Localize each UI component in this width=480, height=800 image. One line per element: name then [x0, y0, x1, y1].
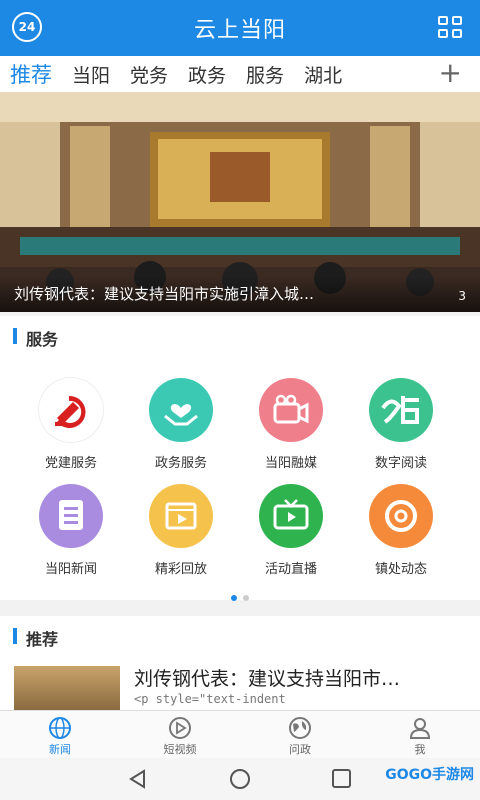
tab-hubei[interactable]: 湖北: [294, 61, 352, 88]
app-title: 云上当阳: [193, 18, 286, 43]
nav-label: 新闻: [49, 743, 71, 756]
service-label: 活动直播: [264, 562, 317, 577]
channel-tabs: 推荐 当阳 党务 政务 服务 湖北 +: [0, 56, 480, 92]
service-label: 当阳融媒: [264, 456, 317, 471]
globe-icon: [0, 715, 120, 741]
tab-dangyang[interactable]: 当阳: [62, 61, 120, 88]
service-reading[interactable]: 数字阅读: [346, 378, 456, 471]
banner-caption[interactable]: 刘传钢代表：建议支持当阳市实施引漳入城…: [14, 283, 414, 304]
page-dot-active: [231, 595, 237, 601]
tab-recommend[interactable]: 推荐: [0, 59, 62, 89]
reading-logo-icon: [369, 378, 433, 442]
bottom-nav: 新闻 短视频 问政 我: [0, 710, 480, 759]
recommend-title: 推荐: [26, 630, 59, 649]
add-channel-icon[interactable]: +: [439, 56, 462, 92]
nav-label: 我: [414, 743, 426, 756]
section-accent-bar: [13, 328, 17, 344]
film-play-icon: [149, 484, 213, 548]
nav-news[interactable]: 新闻: [0, 711, 120, 759]
user-icon: [360, 715, 480, 741]
tab-government[interactable]: 政务: [178, 61, 236, 88]
news-snippet: <p style="text-indent: [134, 692, 286, 706]
top-bar: 24 云上当阳: [0, 0, 480, 56]
video-camera-icon: [259, 378, 323, 442]
nav-short-video[interactable]: 短视频: [120, 711, 240, 759]
recommend-header: 推荐: [0, 616, 480, 656]
service-label: 镇处动态: [374, 562, 427, 577]
nav-me[interactable]: 我: [360, 711, 480, 759]
services-title: 服务: [26, 330, 59, 349]
service-label: 政务服务: [154, 456, 207, 471]
service-label: 精彩回放: [154, 562, 207, 577]
service-media[interactable]: 当阳融媒: [236, 378, 346, 471]
service-label: 数字阅读: [374, 456, 427, 471]
service-label: 党建服务: [44, 456, 97, 471]
tab-party[interactable]: 党务: [120, 61, 178, 88]
play-circle-icon: [120, 715, 240, 741]
earth-icon: [240, 715, 360, 741]
service-party-building[interactable]: 党建服务: [16, 378, 126, 471]
tab-service[interactable]: 服务: [236, 61, 294, 88]
nav-label: 问政: [289, 743, 311, 756]
party-emblem-icon: [39, 378, 103, 442]
nav-label: 短视频: [163, 743, 197, 756]
service-replay[interactable]: 精彩回放: [126, 484, 236, 577]
recents-icon[interactable]: [330, 768, 354, 790]
service-town-updates[interactable]: 镇处动态: [346, 484, 456, 577]
tv-icon: [259, 484, 323, 548]
news-title[interactable]: 刘传钢代表：建议支持当阳市…: [134, 664, 470, 691]
watermark-logo: GOGO手游网: [385, 767, 474, 783]
section-accent-bar: [13, 628, 17, 644]
services-header: 服务: [0, 316, 480, 356]
service-label: 当阳新闻: [44, 562, 97, 577]
banner-carousel[interactable]: 刘传钢代表：建议支持当阳市实施引漳入城… 3: [0, 92, 480, 312]
service-live[interactable]: 活动直播: [236, 484, 346, 577]
news-item[interactable]: 刘传钢代表：建议支持当阳市… <p style="text-indent: [0, 656, 480, 710]
banner-page-indicator: 3: [458, 289, 466, 303]
document-icon: [39, 484, 103, 548]
back-icon[interactable]: [126, 768, 150, 790]
service-news[interactable]: 当阳新闻: [16, 484, 126, 577]
nav-inquiry[interactable]: 问政: [240, 711, 360, 759]
page-dot: [243, 595, 249, 601]
refresh-circle-icon: [369, 484, 433, 548]
grid-menu-icon[interactable]: [438, 16, 464, 40]
page-dots: [0, 586, 480, 605]
home-icon[interactable]: [228, 768, 252, 790]
services-grid: 党建服务 政务服务 当阳融媒 数字阅读 当阳新闻 精彩回放 活动直播 镇处动态: [0, 352, 480, 601]
heart-hands-icon: [149, 378, 213, 442]
service-government[interactable]: 政务服务: [126, 378, 236, 471]
news-thumbnail: [14, 666, 120, 710]
